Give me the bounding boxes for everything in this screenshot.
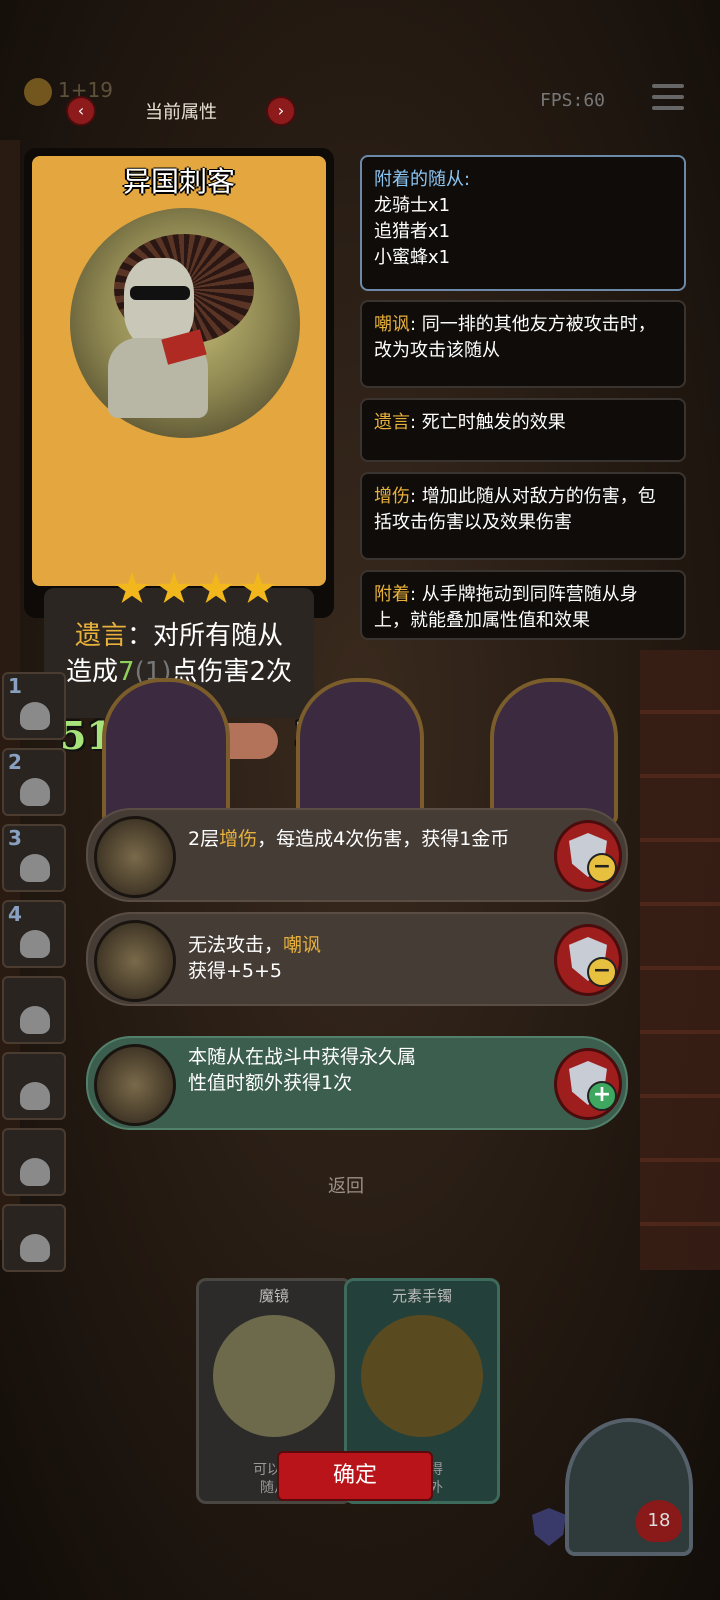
minion-slot[interactable] (2, 1204, 66, 1272)
star-icon (198, 572, 234, 603)
hand-card-title: 元素手镯 (391, 1287, 452, 1305)
add-buff-button[interactable]: + (554, 1048, 622, 1120)
card-name: 异国刺客 (122, 165, 235, 198)
player-health: 18 (636, 1500, 682, 1542)
back-button[interactable]: 返回 (328, 1172, 364, 1198)
buff-row: 无法攻击，嘲讽 获得+5+5 − (86, 912, 628, 1006)
star-icon (114, 572, 150, 603)
board-minion-card[interactable] (296, 678, 424, 826)
minion-slot[interactable]: 2 (2, 748, 66, 816)
buff-text: 2层增伤，每造成4次伤害，获得1金币 (188, 828, 510, 850)
slot-number: 4 (8, 902, 22, 926)
attached-item: 龙骑士x1 (374, 195, 451, 216)
confirm-button[interactable]: 确定 (277, 1451, 433, 1501)
skull-icon (20, 1158, 50, 1186)
skull-icon (20, 854, 50, 882)
hand-card-art (361, 1315, 483, 1437)
hand-card-title: 魔镜 (258, 1287, 289, 1305)
star-icon (156, 572, 192, 603)
skull-icon (20, 930, 50, 958)
keyword-damage-boost-panel: 增伤: 增加此随从对敌方的伤害，包括攻击伤害以及效果伤害 (360, 472, 686, 560)
skull-icon (20, 702, 50, 730)
attribute-title: 当前属性 (145, 102, 217, 123)
coin-icon (24, 78, 52, 106)
buff-row: 本随从在战斗中获得永久属性值时额外获得1次 + (86, 1036, 628, 1130)
next-arrow-button[interactable]: › (266, 96, 296, 126)
plus-icon: + (587, 1081, 617, 1111)
remove-buff-button[interactable]: − (554, 820, 622, 892)
attached-header: 附着的随从: (374, 169, 471, 190)
keyword-deathrattle-panel: 遗言: 死亡时触发的效果 (360, 398, 686, 462)
attached-item: 小蜜蜂x1 (374, 247, 451, 268)
minion-card: 异国刺客 遗言：对所有随从 造成7(1)点伤害2次 51 野兽 36 (24, 148, 347, 759)
slot-number: 1 (8, 674, 22, 698)
skull-icon (20, 1006, 50, 1034)
prev-arrow-button[interactable]: ‹ (66, 96, 96, 126)
attached-item: 追猎者x1 (374, 221, 451, 242)
keyword-taunt-panel: 嘲讽: 同一排的其他友方被攻击时，改为攻击该随从 (360, 300, 686, 388)
board-minion-card[interactable] (490, 678, 618, 826)
buff-icon (94, 1044, 176, 1126)
minus-icon: − (587, 853, 617, 883)
minion-slot[interactable]: 1 (2, 672, 66, 740)
menu-icon[interactable] (652, 84, 684, 114)
skull-icon (20, 1234, 50, 1262)
bookshelf-right (640, 650, 720, 1270)
skull-icon (20, 1082, 50, 1110)
buff-row: 2层增伤，每造成4次伤害，获得1金币 − (86, 808, 628, 902)
attached-minions-panel: 附着的随从: 龙骑士x1 追猎者x1 小蜜蜂x1 (360, 155, 686, 291)
slot-number: 3 (8, 826, 22, 850)
board-minion-card[interactable] (102, 678, 230, 826)
buff-text: 无法攻击，嘲讽 获得+5+5 (188, 934, 322, 982)
minus-icon: − (587, 957, 617, 987)
minion-slot[interactable] (2, 1052, 66, 1120)
star-rating (114, 572, 294, 608)
attribute-nav: ‹ 当前属性 › (66, 96, 298, 126)
star-icon (240, 572, 276, 603)
minion-slot[interactable]: 4 (2, 900, 66, 968)
minion-slot[interactable]: 3 (2, 824, 66, 892)
hand-card-art (213, 1315, 335, 1437)
skull-icon (20, 778, 50, 806)
buff-icon (94, 816, 176, 898)
keyword-attach-panel: 附着: 从手牌拖动到同阵营随从身上，就能叠加属性值和效果 (360, 570, 686, 640)
fps-counter: FPS:60 (540, 90, 606, 111)
minion-slot[interactable] (2, 1128, 66, 1196)
slot-number: 2 (8, 750, 22, 774)
minion-slot[interactable] (2, 976, 66, 1044)
bandit-mask (130, 286, 190, 300)
remove-buff-button[interactable]: − (554, 924, 622, 996)
buff-icon (94, 920, 176, 1002)
buff-text: 本随从在战斗中获得永久属性值时额外获得1次 (188, 1046, 417, 1094)
